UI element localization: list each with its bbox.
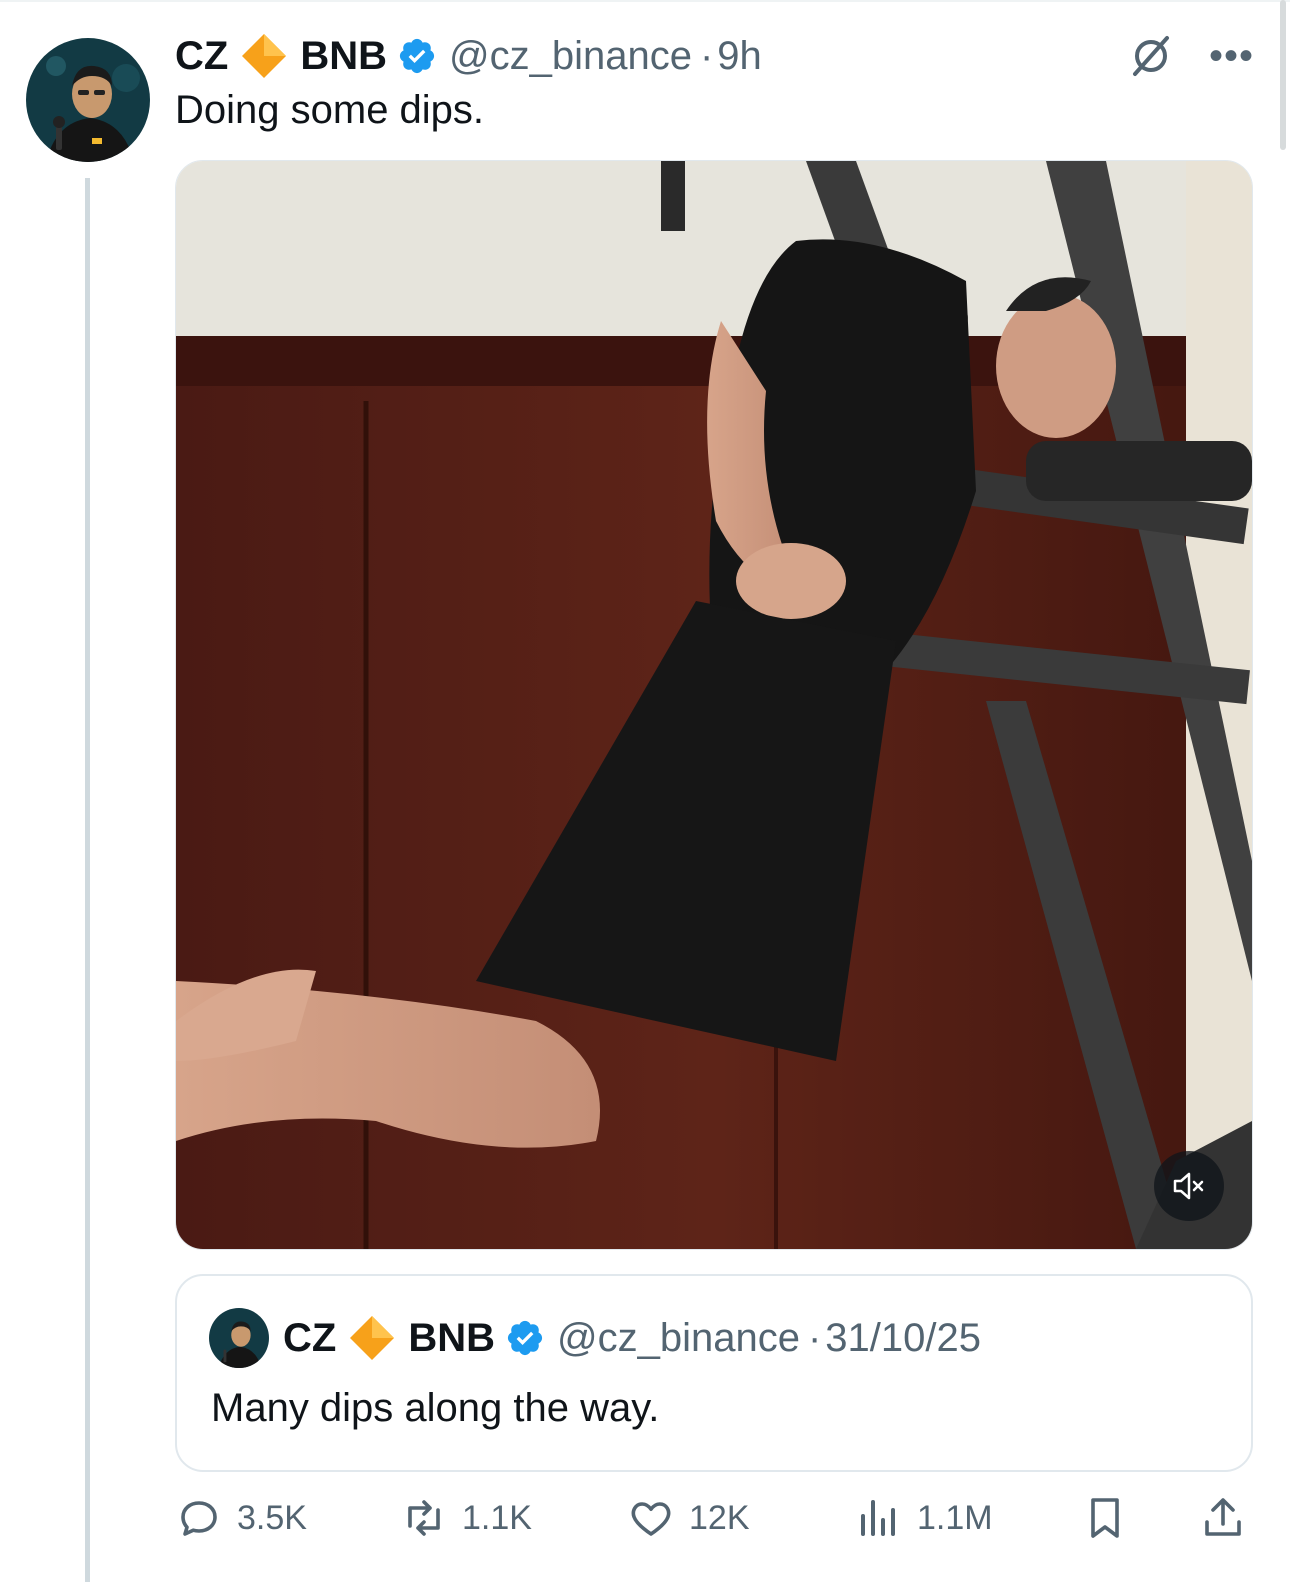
author-name-suffix[interactable]: BNB	[300, 34, 387, 79]
bookmark-icon	[1091, 1498, 1119, 1538]
top-divider	[0, 0, 1290, 2]
reply-icon	[181, 1501, 217, 1536]
separator-dot: ·	[699, 33, 714, 78]
quoted-avatar-image	[209, 1308, 269, 1368]
quoted-author-avatar[interactable]	[209, 1308, 269, 1368]
avatar-image	[26, 38, 150, 162]
quoted-author-name: CZ	[283, 1315, 337, 1360]
tweet-text: Doing some dips.	[175, 88, 485, 132]
heart-icon	[631, 1502, 671, 1536]
verified-badge-icon	[507, 1320, 543, 1356]
author-avatar[interactable]	[26, 38, 150, 162]
tweet-action-bar: 3.5K 1.1K 12K 1.1M	[175, 1490, 1251, 1546]
speaker-muted-icon	[1173, 1172, 1204, 1200]
author-name[interactable]: CZ	[175, 34, 228, 79]
mute-toggle-button[interactable]	[1154, 1151, 1224, 1221]
tweet-time[interactable]: 9h	[717, 34, 762, 79]
repost-count: 1.1K	[462, 1498, 532, 1537]
quoted-tweet-date: 31/10/25	[825, 1315, 981, 1360]
reply-count: 3.5K	[237, 1498, 307, 1537]
quoted-tweet-text: Many dips along the way.	[211, 1386, 660, 1430]
thread-connector-line	[85, 178, 90, 1582]
like-button[interactable]: 12K	[627, 1490, 750, 1546]
separator-dot: ·	[807, 1315, 822, 1360]
grok-icon[interactable]	[1127, 32, 1175, 80]
share-button[interactable]	[1199, 1490, 1247, 1546]
bnb-diamond-icon	[242, 34, 287, 78]
like-count: 12K	[689, 1498, 750, 1537]
quoted-tweet-card[interactable]: CZ BNB @cz_binance · 31/10/25 Many dips …	[175, 1274, 1253, 1472]
video-player[interactable]	[175, 160, 1253, 1250]
repost-button[interactable]: 1.1K	[400, 1490, 532, 1546]
author-handle[interactable]: @cz_binance	[449, 34, 692, 79]
quoted-author-handle: @cz_binance	[557, 1315, 800, 1360]
header-actions: •••	[1127, 32, 1254, 80]
views-count: 1.1M	[917, 1498, 993, 1537]
bookmark-button[interactable]	[1081, 1490, 1129, 1546]
views-chart-icon	[861, 1500, 895, 1536]
repost-icon	[408, 1500, 440, 1536]
verified-badge-icon	[399, 38, 435, 74]
share-upload-icon	[1205, 1498, 1241, 1536]
video-frame	[176, 161, 1252, 1249]
bnb-diamond-icon	[350, 1316, 395, 1360]
tweet-header: CZ BNB @cz_binance · 9h	[175, 30, 762, 82]
reply-button[interactable]: 3.5K	[175, 1490, 307, 1546]
quoted-author-name-suffix: BNB	[408, 1315, 495, 1360]
more-options-icon[interactable]: •••	[1209, 36, 1254, 76]
scrollbar-thumb[interactable]	[1280, 0, 1286, 150]
quoted-tweet-header: CZ BNB @cz_binance · 31/10/25	[283, 1312, 981, 1364]
views-button[interactable]: 1.1M	[855, 1490, 993, 1546]
